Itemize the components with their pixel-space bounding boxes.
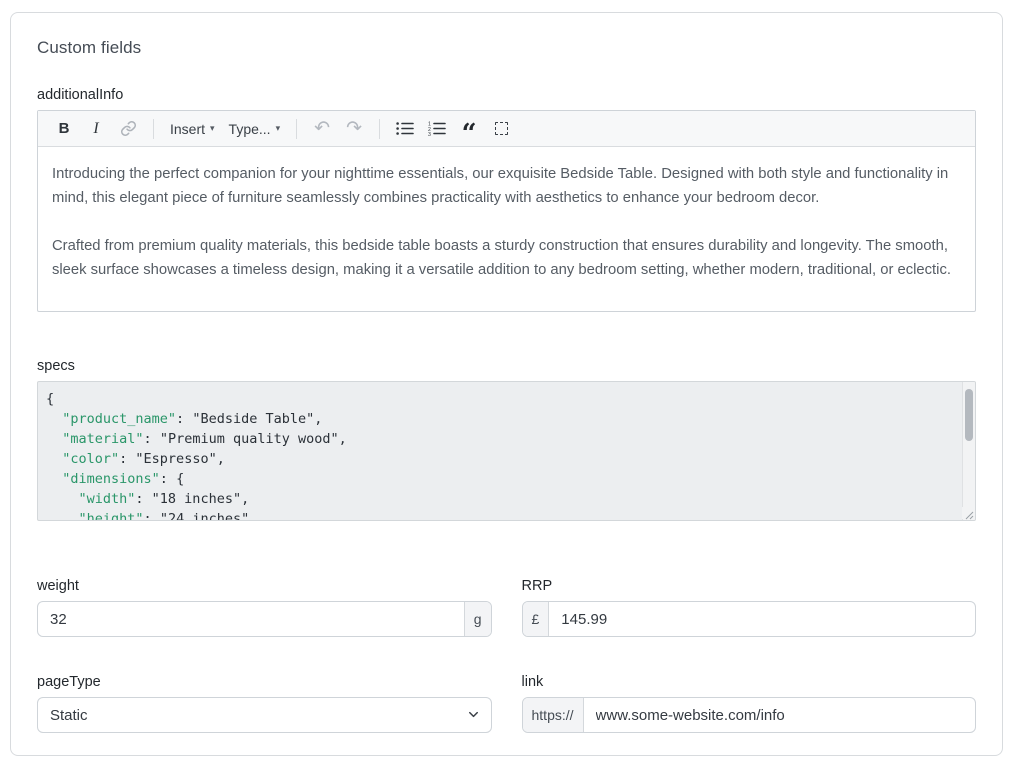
weight-label: weight [37,578,492,594]
chevron-down-icon: ▾ [276,124,281,133]
resize-grip[interactable] [962,507,974,519]
specs-label: specs [37,358,976,374]
bullet-list-icon [396,121,414,136]
link-icon [120,120,137,137]
scrollbar-thumb[interactable] [965,389,973,441]
chevron-down-icon: ▾ [210,124,215,133]
weight-input-group: g [37,601,492,637]
currency-addon: £ [523,602,550,636]
undo-button[interactable]: ↶ [309,116,335,142]
link-field-group: link https:// [522,674,977,733]
link-input-group: https:// [522,697,977,733]
protocol-addon: https:// [523,698,584,732]
blockquote-button[interactable]: “ [456,116,482,142]
pagetype-select-wrap: Static [37,697,492,733]
svg-text:3: 3 [428,132,431,136]
italic-button[interactable]: I [83,116,109,142]
bold-button[interactable]: B [51,116,77,142]
weight-input[interactable] [38,602,464,636]
weight-unit-addon: g [464,602,491,636]
ordered-list-icon: 1 2 3 [428,121,446,136]
toolbar-divider [379,119,380,139]
editor-content[interactable]: Introducing the perfect companion for yo… [38,147,975,311]
specs-editor[interactable]: { "product_name": "Bedside Table", "mate… [37,381,976,521]
editor-paragraph: Introducing the perfect companion for yo… [52,162,961,210]
blockquote-icon: “ [462,129,477,139]
link-input[interactable] [584,698,975,732]
rrp-input[interactable] [549,602,975,636]
field-row-1: weight g RRP £ [37,578,976,637]
toolbar-divider [296,119,297,139]
type-menu-label: Type... [229,121,271,137]
rich-text-editor: B I Insert ▾ Type... ▾ ↶ [37,110,976,312]
field-row-2: pageType Static link https:// [37,674,976,733]
page-title: Custom fields [37,38,976,58]
editor-toolbar: B I Insert ▾ Type... ▾ ↶ [38,111,975,147]
dashed-box-icon [495,122,508,135]
pagetype-select[interactable]: Static [37,697,492,733]
specs-code[interactable]: { "product_name": "Bedside Table", "mate… [38,382,962,520]
pagetype-field-group: pageType Static [37,674,492,733]
weight-field-group: weight g [37,578,492,637]
link-label: link [522,674,977,690]
rrp-label: RRP [522,578,977,594]
undo-icon: ↶ [314,119,330,138]
link-button[interactable] [115,116,141,142]
toolbar-divider [153,119,154,139]
rrp-input-group: £ [522,601,977,637]
custom-fields-card: Custom fields additionalInfo B I Insert … [10,12,1003,756]
redo-icon: ↷ [346,119,362,138]
rrp-field-group: RRP £ [522,578,977,637]
specs-scrollbar[interactable] [962,382,975,520]
insert-menu-label: Insert [170,121,205,137]
editor-paragraph: Crafted from premium quality materials, … [52,234,961,282]
additionalinfo-label: additionalInfo [37,87,976,103]
insert-menu-button[interactable]: Insert ▾ [166,116,219,142]
embed-button[interactable] [488,116,514,142]
type-menu-button[interactable]: Type... ▾ [225,116,285,142]
ordered-list-button[interactable]: 1 2 3 [424,116,450,142]
pagetype-label: pageType [37,674,492,690]
redo-button[interactable]: ↷ [341,116,367,142]
bullet-list-button[interactable] [392,116,418,142]
